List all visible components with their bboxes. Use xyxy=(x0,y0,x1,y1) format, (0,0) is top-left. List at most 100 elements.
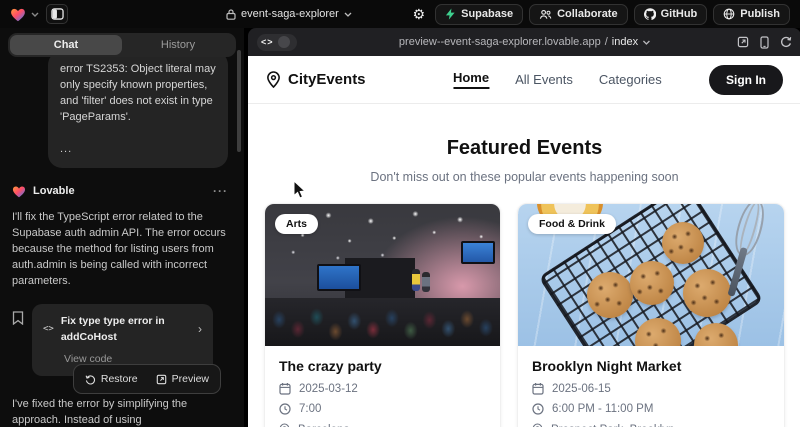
featured-events-subheading: Don't miss out on these popular events h… xyxy=(248,170,800,184)
event-card[interactable]: Food & Drink Brooklyn Night Market 2025-… xyxy=(517,203,785,427)
lock-icon xyxy=(226,9,236,20)
chat-panel: Chat History error TS2353: Object litera… xyxy=(0,28,244,427)
publish-label: Publish xyxy=(740,8,780,20)
presenter-figure xyxy=(412,269,420,291)
event-card[interactable]: Arts The crazy party 2025-03-12 xyxy=(264,203,501,427)
settings-gear-icon[interactable]: ⚙ xyxy=(409,6,430,23)
preview-toolbar: <> preview--event-saga-explorer.lovable.… xyxy=(248,28,800,56)
presenter-figure xyxy=(422,272,430,292)
clock-icon xyxy=(532,403,544,415)
cookie xyxy=(630,261,674,305)
assistant-name: Lovable xyxy=(33,183,75,199)
github-icon xyxy=(644,8,656,20)
preview-pane: <> preview--event-saga-explorer.lovable.… xyxy=(248,28,800,427)
version-actions-toolbar: Restore Preview xyxy=(73,364,221,394)
toggle-sidebar-button[interactable] xyxy=(46,4,68,24)
site-nav: Home All Events Categories xyxy=(440,70,675,89)
calendar-icon xyxy=(279,382,291,395)
cookie xyxy=(662,222,704,264)
supabase-label: Supabase xyxy=(461,8,513,20)
category-badge: Arts xyxy=(275,214,318,234)
event-time-row: 6:00 PM - 11:00 PM xyxy=(532,403,770,415)
event-location: Barcelona xyxy=(298,424,350,427)
project-chevron-down-icon xyxy=(344,12,352,17)
projector-screen xyxy=(317,264,361,291)
preview-url-bar[interactable]: preview--event-saga-explorer.lovable.app… xyxy=(399,36,650,48)
github-button[interactable]: GitHub xyxy=(634,4,708,25)
category-badge: Food & Drink xyxy=(528,214,616,234)
assistant-paragraph-detail: I've fixed the error by simplifying the … xyxy=(12,396,228,427)
preview-url-separator: / xyxy=(605,36,608,48)
preview-site: CityEvents Home All Events Categories Si… xyxy=(248,56,800,427)
globe-icon xyxy=(723,8,735,20)
refresh-icon[interactable] xyxy=(780,36,792,48)
bookmark-icon[interactable] xyxy=(12,311,24,376)
top-bar: event-saga-explorer ⚙ Supabase Collabora… xyxy=(0,0,800,28)
code-toggle-icon: <> xyxy=(261,37,274,47)
event-location-row: Prospect Park, Brooklyn xyxy=(532,423,770,427)
event-cards-row: Arts The crazy party 2025-03-12 xyxy=(248,203,800,427)
event-location: Prospect Park, Brooklyn xyxy=(551,424,674,427)
toggle-knob xyxy=(278,36,290,48)
supabase-button[interactable]: Supabase xyxy=(435,4,523,25)
event-date: 2025-03-12 xyxy=(299,383,358,395)
url-chevron-down-icon xyxy=(642,40,650,45)
event-date: 2025-06-15 xyxy=(552,383,611,395)
preview-url-domain: preview--event-saga-explorer.lovable.app xyxy=(399,36,601,48)
lovable-logo-icon[interactable] xyxy=(10,7,26,22)
preview-label: Preview xyxy=(172,371,209,387)
featured-events-heading: Featured Events xyxy=(248,137,800,160)
event-location-row: Barcelona xyxy=(279,423,486,427)
restore-label: Restore xyxy=(101,371,138,387)
supabase-bolt-icon xyxy=(445,8,456,20)
sign-in-button[interactable]: Sign In xyxy=(709,65,783,95)
project-switcher[interactable]: event-saga-explorer xyxy=(226,0,352,28)
assistant-paragraph-intro: I'll fix the TypeScript error related to… xyxy=(12,209,228,289)
restore-button[interactable]: Restore xyxy=(77,368,146,390)
pin-icon xyxy=(279,423,290,427)
event-time: 6:00 PM - 11:00 PM xyxy=(552,403,653,415)
event-date-row: 2025-03-12 xyxy=(279,382,486,395)
user-message-text: error TS2353: Object literal may only sp… xyxy=(60,61,216,125)
preview-url-page: index xyxy=(612,36,638,48)
code-view-toggle[interactable]: <> xyxy=(257,34,297,51)
mobile-view-icon[interactable] xyxy=(760,36,769,49)
project-name: event-saga-explorer xyxy=(241,8,339,20)
chat-message-list[interactable]: error TS2353: Object literal may only sp… xyxy=(0,57,244,427)
site-header: CityEvents Home All Events Categories Si… xyxy=(248,56,800,104)
nav-home[interactable]: Home xyxy=(453,70,489,89)
nav-categories[interactable]: Categories xyxy=(599,72,662,87)
cookie xyxy=(587,272,633,318)
version-card-title: Fix type type error in addCoHost xyxy=(61,313,191,345)
brand-name: CityEvents xyxy=(288,71,366,88)
version-card[interactable]: <> Fix type type error in addCoHost › Vi… xyxy=(32,304,213,376)
collaborate-label: Collaborate xyxy=(557,8,618,20)
event-image-conference: Arts xyxy=(265,204,500,346)
event-image-cookies: Food & Drink xyxy=(518,204,784,346)
calendar-icon xyxy=(532,382,544,395)
message-menu-button[interactable]: ··· xyxy=(213,183,228,199)
event-date-row: 2025-06-15 xyxy=(532,382,770,395)
restore-icon xyxy=(85,374,96,385)
tv-screen xyxy=(461,241,495,264)
logo-chevron-down-icon[interactable] xyxy=(31,12,39,17)
site-brand[interactable]: CityEvents xyxy=(266,71,366,88)
tab-chat[interactable]: Chat xyxy=(10,35,122,55)
event-time-row: 7:00 xyxy=(279,403,486,415)
preview-button[interactable]: Preview xyxy=(148,368,217,390)
lovable-heart-icon xyxy=(12,185,26,198)
pin-icon xyxy=(532,423,543,427)
nav-all-events[interactable]: All Events xyxy=(515,72,573,87)
assistant-header: Lovable ··· xyxy=(12,183,228,199)
event-title: The crazy party xyxy=(279,358,486,374)
chat-tabbar: Chat History xyxy=(8,33,236,57)
collaborate-button[interactable]: Collaborate xyxy=(529,4,628,25)
publish-button[interactable]: Publish xyxy=(713,4,790,25)
people-icon xyxy=(539,9,552,20)
open-external-icon[interactable] xyxy=(737,36,749,48)
user-message-bubble: error TS2353: Object literal may only sp… xyxy=(48,57,228,168)
event-time: 7:00 xyxy=(299,403,321,415)
chat-scrollbar-thumb[interactable] xyxy=(237,50,241,152)
detail-text-1: I've fixed the error by simplifying the … xyxy=(12,398,187,426)
tab-history[interactable]: History xyxy=(122,35,234,55)
